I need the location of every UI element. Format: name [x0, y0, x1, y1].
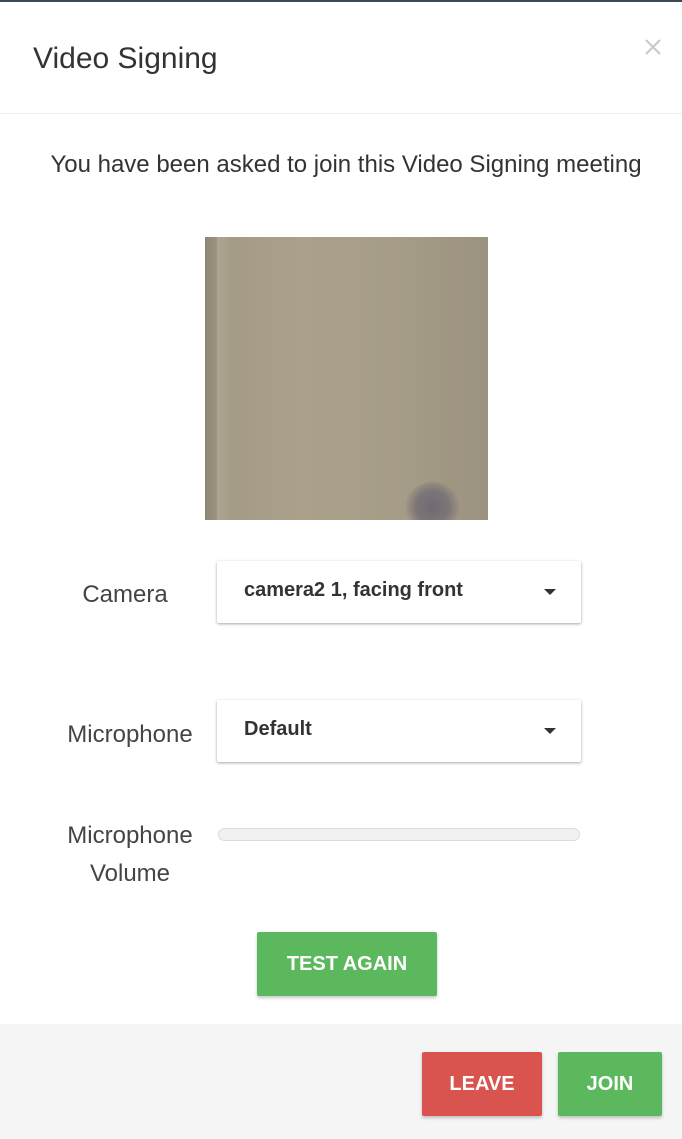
microphone-label: Microphone [67, 721, 193, 748]
microphone-select-value: Default [244, 718, 312, 740]
microphone-volume-meter [218, 828, 580, 841]
dialog-header: Video Signing [0, 2, 682, 114]
join-prompt: You have been asked to join this Video S… [50, 151, 642, 178]
preview-shadow [405, 482, 460, 520]
microphone-select[interactable]: Default [217, 700, 581, 762]
chevron-down-icon [544, 589, 556, 595]
dialog-title: Video Signing [33, 42, 218, 75]
video-signing-dialog: Video Signing You have been asked to joi… [0, 0, 682, 1139]
close-button[interactable] [638, 32, 668, 62]
preview-shade [217, 237, 231, 520]
close-icon [645, 39, 661, 55]
camera-select-value: camera2 1, facing front [244, 579, 463, 601]
camera-select[interactable]: camera2 1, facing front [217, 561, 581, 623]
leave-button[interactable]: LEAVE [422, 1052, 542, 1116]
test-again-button[interactable]: TEST AGAIN [257, 932, 437, 996]
join-button[interactable]: JOIN [558, 1052, 662, 1116]
camera-label: Camera [82, 581, 168, 608]
chevron-down-icon [544, 728, 556, 734]
microphone-volume-label: Microphone Volume [67, 822, 193, 887]
camera-preview [205, 237, 488, 520]
